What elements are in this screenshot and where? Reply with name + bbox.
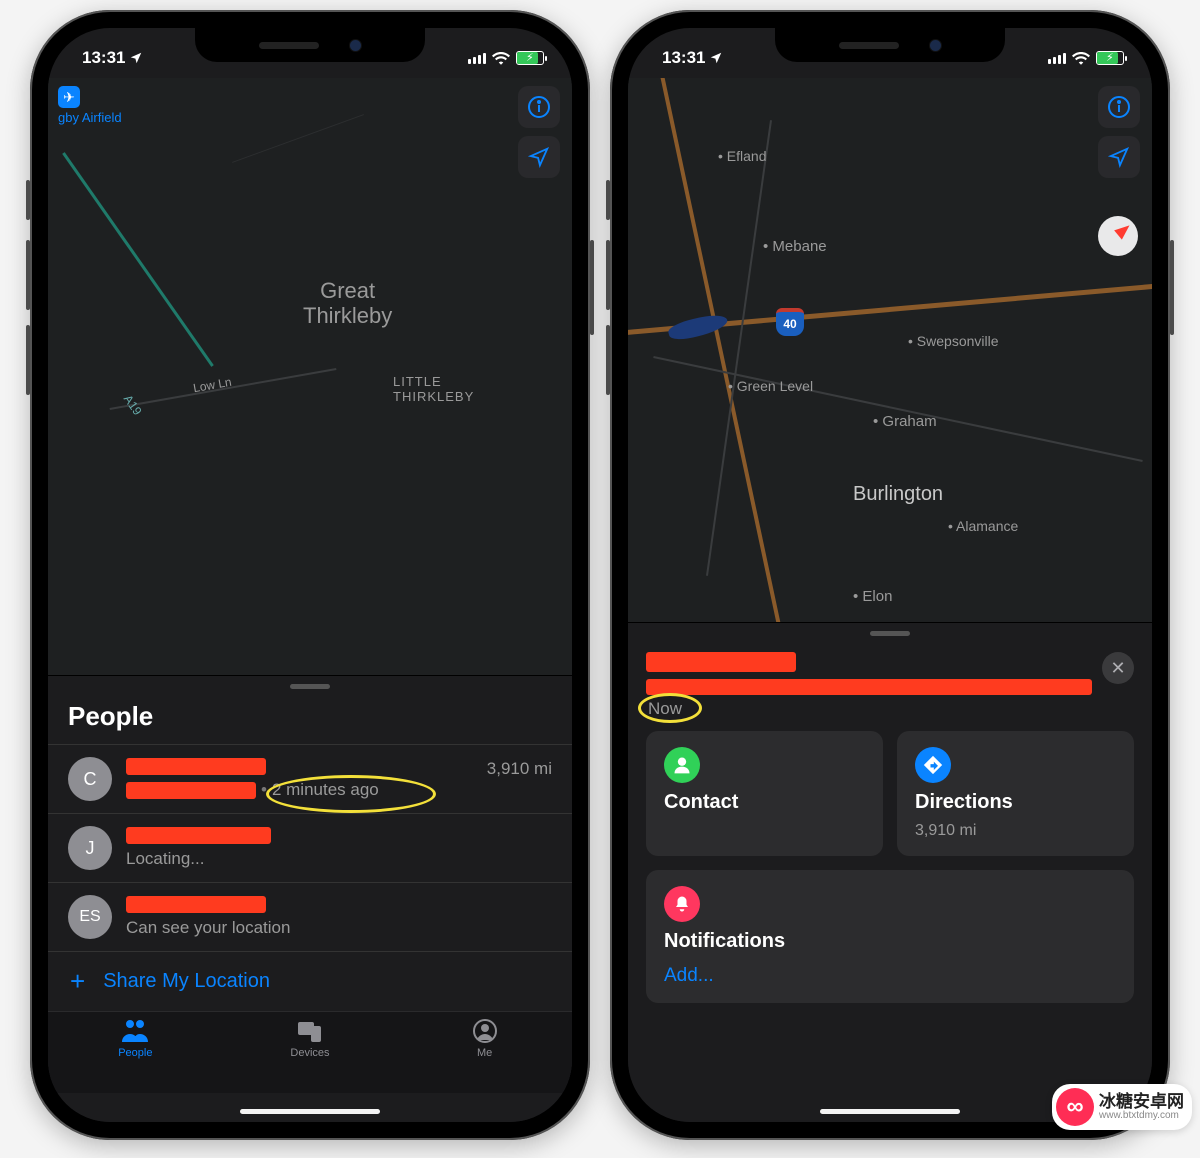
bell-icon xyxy=(664,886,700,922)
status-time: 13:31 xyxy=(662,48,705,68)
cellular-icon xyxy=(1048,52,1066,64)
airplane-icon: ✈︎ xyxy=(58,86,80,108)
person-detail-sheet[interactable]: ✕ Now Contact xyxy=(628,622,1152,1122)
person-distance: 3,910 mi xyxy=(487,757,552,779)
info-button[interactable] xyxy=(518,86,560,128)
locate-me-button[interactable] xyxy=(1098,136,1140,178)
now-label: Now xyxy=(648,699,682,718)
map-label: • Graham xyxy=(873,413,937,430)
card-subtitle: 3,910 mi xyxy=(915,822,1116,840)
directions-card[interactable]: Directions 3,910 mi xyxy=(897,731,1134,856)
watermark: ∞ 冰糖安卓网 www.btxtdmy.com xyxy=(1052,1084,1192,1130)
map-label: Burlington xyxy=(853,483,943,506)
redacted-name xyxy=(126,758,266,775)
redacted-name xyxy=(126,827,271,844)
location-arrow-icon xyxy=(129,51,143,65)
tab-people[interactable]: People xyxy=(75,1018,195,1093)
watermark-title: 冰糖安卓网 xyxy=(1099,1093,1184,1111)
map-label: LITTLE THIRKLEBY xyxy=(393,374,474,404)
contact-icon xyxy=(664,747,700,783)
person-timestamp: 2 minutes ago xyxy=(272,780,379,800)
add-notification-link[interactable]: Add... xyxy=(664,965,1116,987)
close-button[interactable]: ✕ xyxy=(1102,652,1134,684)
map-label: • Alamance xyxy=(948,518,1018,534)
sheet-title: People xyxy=(48,695,572,744)
battery-icon: ⚡︎ xyxy=(516,51,544,65)
tab-me[interactable]: Me xyxy=(425,1018,545,1093)
map-label: Low Ln xyxy=(192,375,233,396)
map-label: • Mebane xyxy=(763,238,827,255)
info-button[interactable] xyxy=(1098,86,1140,128)
directions-icon xyxy=(915,747,951,783)
people-sheet[interactable]: People C • 2 minutes ago 3,910 mi xyxy=(48,675,572,1122)
person-status: Can see your location xyxy=(126,918,552,938)
person-row[interactable]: ES Can see your location xyxy=(48,882,572,951)
sheet-grabber[interactable] xyxy=(870,631,910,636)
watermark-url: www.btxtdmy.com xyxy=(1099,1111,1184,1122)
person-row[interactable]: J Locating... xyxy=(48,813,572,882)
me-icon xyxy=(473,1018,497,1044)
cellular-icon xyxy=(468,52,486,64)
avatar: C xyxy=(68,757,112,801)
redacted-name xyxy=(126,896,266,913)
notch xyxy=(775,28,1005,62)
map-label: • Green Level xyxy=(728,378,813,394)
map-label: • Efland xyxy=(718,148,767,164)
map-label: Thirkleby xyxy=(303,303,392,328)
battery-icon: ⚡︎ xyxy=(1096,51,1124,65)
poi-airfield[interactable]: ✈︎ gby Airfield xyxy=(58,86,122,125)
tab-devices[interactable]: Devices xyxy=(250,1018,370,1093)
locate-me-button[interactable] xyxy=(518,136,560,178)
devices-icon xyxy=(297,1018,323,1044)
phone-left: 13:31 ⚡︎ ✈︎ gby Airfield xyxy=(30,10,590,1140)
person-row[interactable]: C • 2 minutes ago 3,910 mi xyxy=(48,744,572,813)
map-label: Great xyxy=(320,278,375,303)
map-label: • Elon xyxy=(853,588,892,605)
map-label: • Swepsonville xyxy=(908,333,999,349)
share-my-location-button[interactable]: + Share My Location xyxy=(48,951,572,1011)
tab-bar: People Devices Me xyxy=(48,1011,572,1093)
wifi-icon xyxy=(1072,51,1090,65)
phone-right: 13:31 ⚡︎ xyxy=(610,10,1170,1140)
notifications-card[interactable]: Notifications Add... xyxy=(646,870,1134,1003)
redacted-address xyxy=(646,679,1092,695)
status-time: 13:31 xyxy=(82,48,125,68)
contact-card[interactable]: Contact xyxy=(646,731,883,856)
card-title: Contact xyxy=(664,791,865,814)
home-indicator[interactable] xyxy=(820,1109,960,1114)
map-view[interactable]: 40 • Efland • Mebane • Swepsonville • Gr… xyxy=(628,78,1152,622)
sheet-grabber[interactable] xyxy=(290,684,330,689)
map-label: A19 xyxy=(121,392,145,418)
location-arrow-icon xyxy=(709,51,723,65)
interstate-badge: 40 xyxy=(776,308,804,336)
card-title: Directions xyxy=(915,791,1116,814)
people-icon xyxy=(120,1018,150,1044)
compass-button[interactable] xyxy=(1098,216,1138,256)
share-label: Share My Location xyxy=(103,970,270,993)
avatar: J xyxy=(68,826,112,870)
card-title: Notifications xyxy=(664,930,1116,953)
notch xyxy=(195,28,425,62)
map-view[interactable]: ✈︎ gby Airfield Great xyxy=(48,78,572,675)
home-indicator[interactable] xyxy=(240,1109,380,1114)
watermark-icon: ∞ xyxy=(1056,1088,1094,1126)
avatar: ES xyxy=(68,895,112,939)
redacted-location xyxy=(126,782,256,799)
plus-icon: + xyxy=(70,966,85,997)
wifi-icon xyxy=(492,51,510,65)
redacted-name xyxy=(646,652,796,672)
person-status: Locating... xyxy=(126,849,552,869)
